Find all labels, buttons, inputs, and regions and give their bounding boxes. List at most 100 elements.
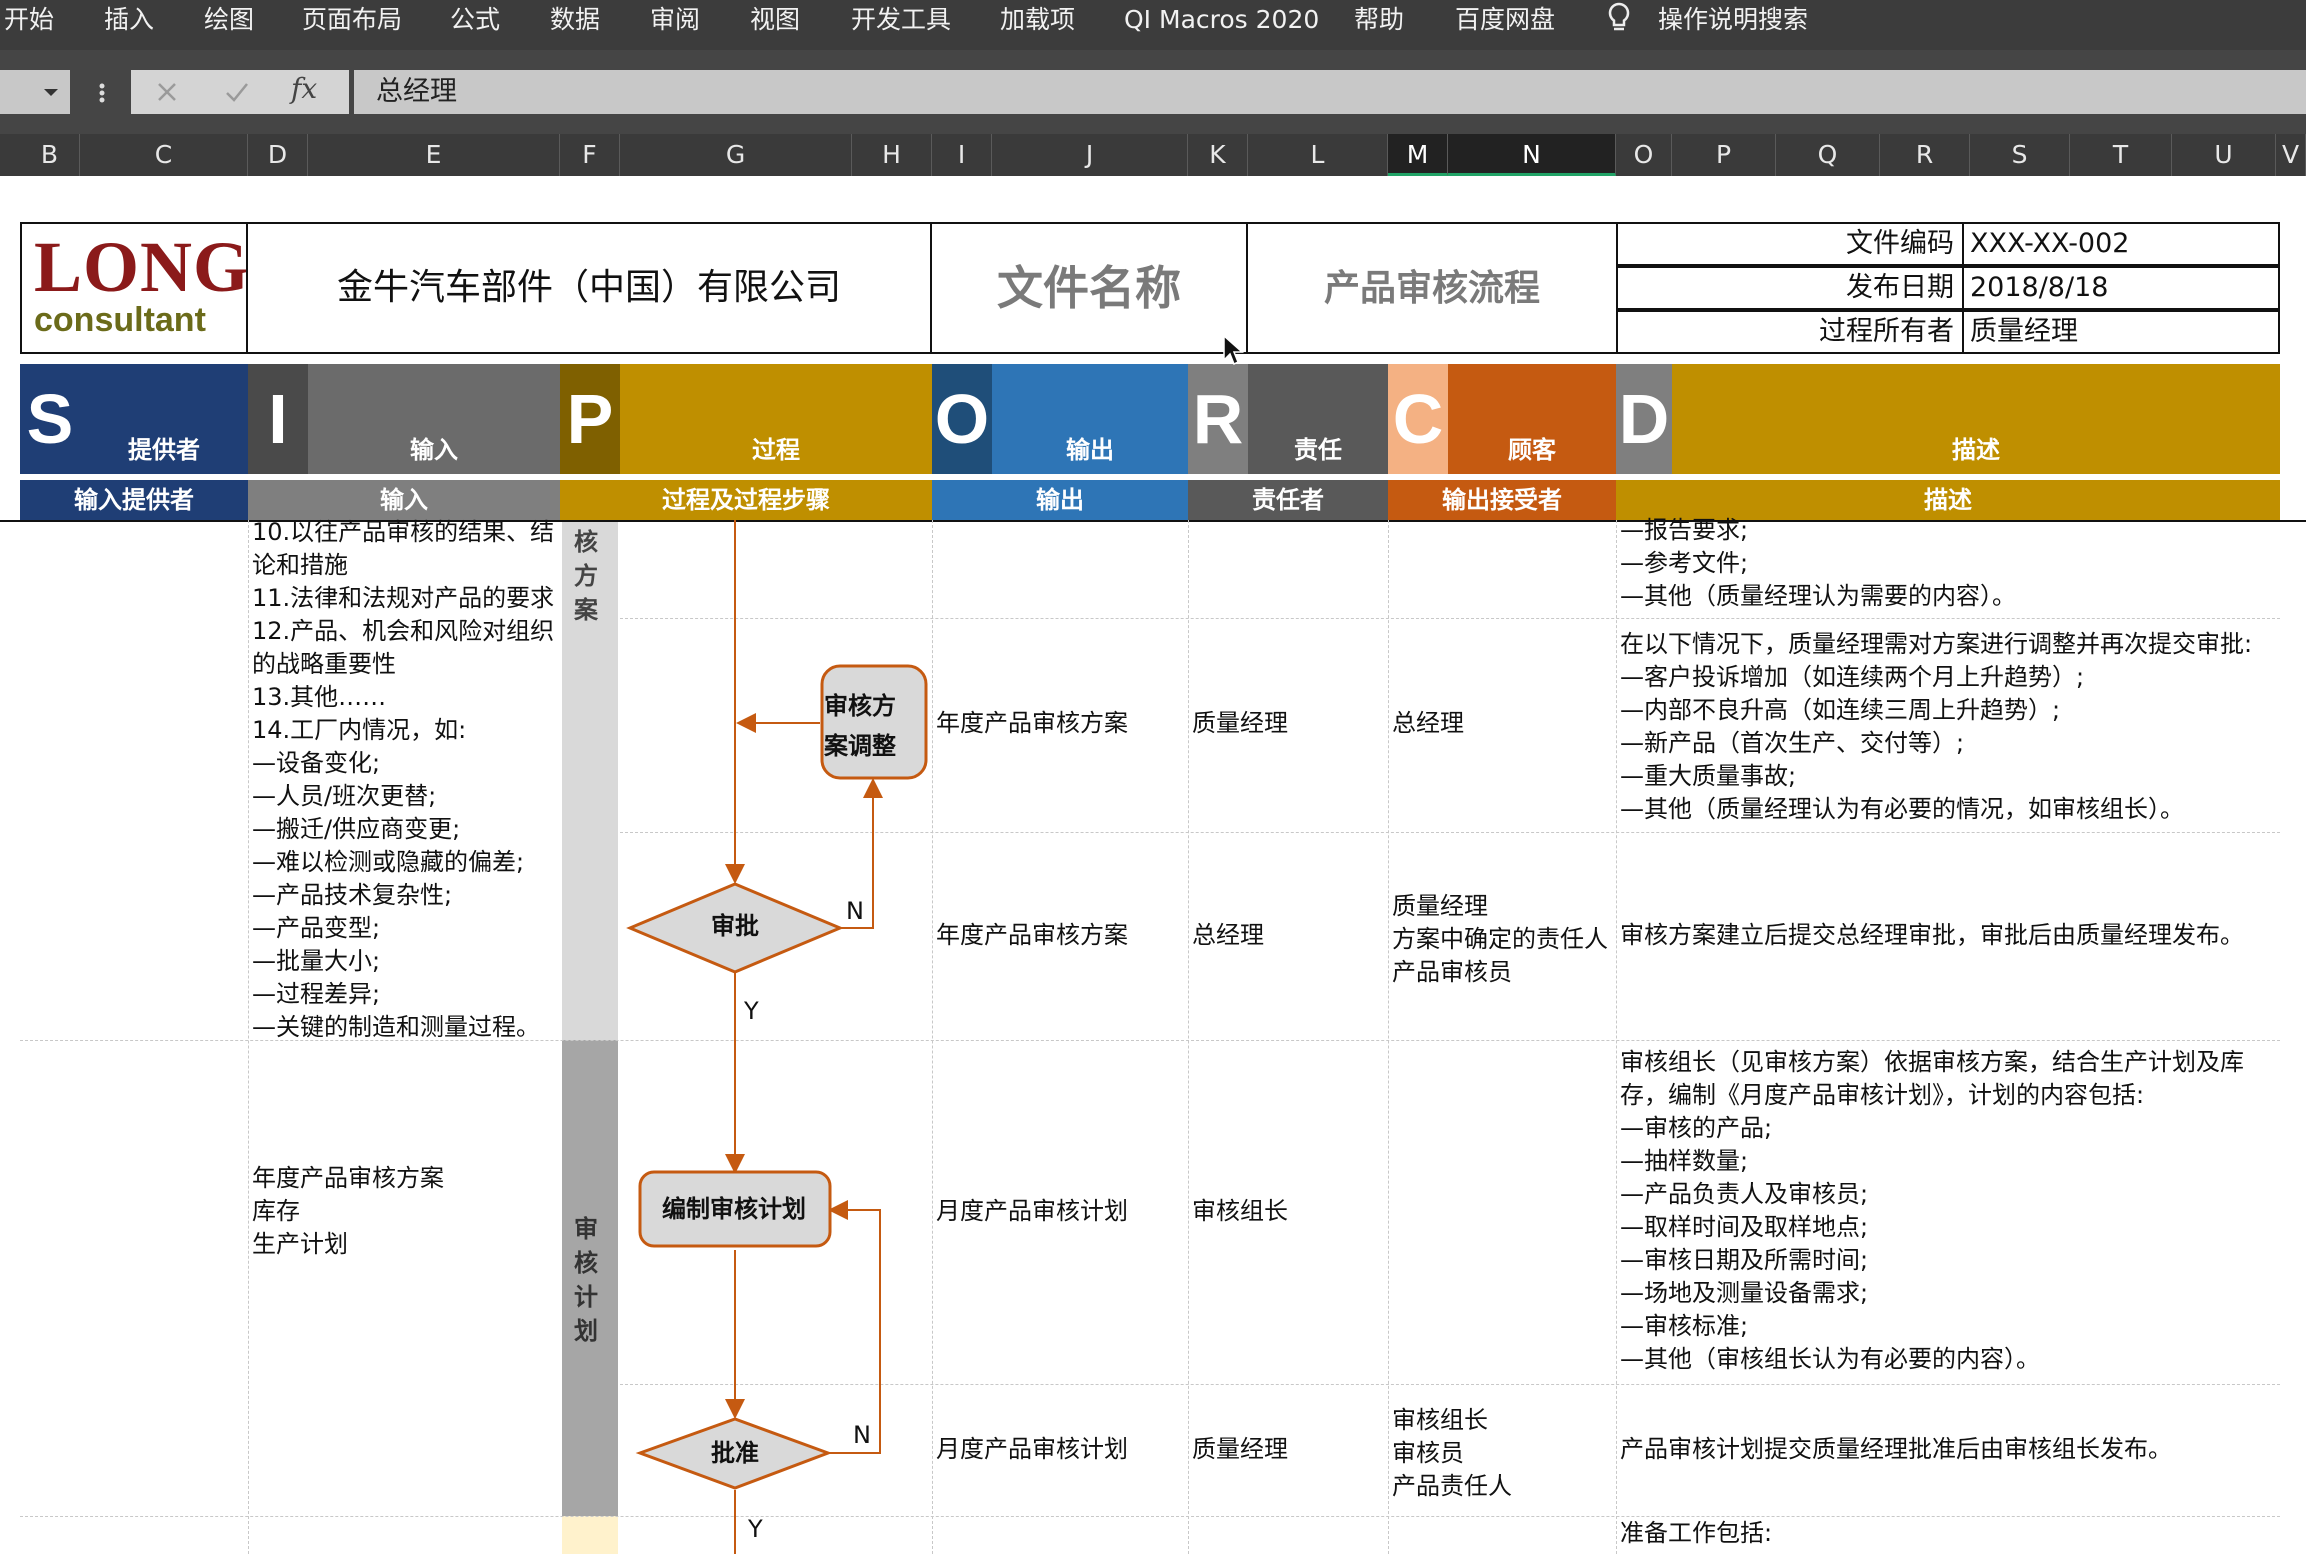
sipoc-description: 描述 对如何做进行描述 bbox=[1672, 364, 2280, 577]
column-header[interactable]: U bbox=[2172, 134, 2276, 176]
grid-line bbox=[932, 520, 933, 1554]
tab-qi-macros[interactable]: QI Macros 2020 bbox=[1124, 0, 1319, 42]
column-header[interactable]: O bbox=[1616, 134, 1672, 176]
grid-line bbox=[1188, 520, 1189, 1554]
column-header[interactable]: D bbox=[248, 134, 308, 176]
flow-arrow bbox=[828, 1200, 881, 1454]
grid-line bbox=[20, 1516, 2280, 1517]
col-title-process: 过程及过程步骤 bbox=[560, 480, 932, 520]
flow-label-approve: 审批 bbox=[711, 912, 759, 940]
sipoc-letter-r: R bbox=[1188, 364, 1248, 474]
receiver-cell: 总经理 bbox=[1392, 709, 1464, 737]
enter-icon[interactable] bbox=[223, 78, 251, 106]
receiver-cell: 质量经理 方案中确定的责任人 产品审核员 bbox=[1392, 892, 1608, 986]
chevron-down-icon[interactable] bbox=[0, 70, 70, 114]
name-box[interactable] bbox=[0, 70, 70, 114]
sipoc-responsibility: 责任 过程步骤的责任者是谁 bbox=[1248, 364, 1388, 593]
col-title-output: 输出 bbox=[932, 480, 1188, 520]
grid-line bbox=[248, 520, 249, 1554]
meta-value-date: 2018/8/18 bbox=[1962, 266, 2280, 310]
meta-value-code: XXX-XX-002 bbox=[1962, 222, 2280, 266]
column-header[interactable]: Q bbox=[1776, 134, 1880, 176]
logo: LONG consultant bbox=[20, 222, 249, 354]
more-options-icon[interactable] bbox=[92, 78, 112, 108]
meta-label-code: 文件编码 bbox=[1616, 222, 1964, 266]
grid-line bbox=[1388, 520, 1389, 1554]
sipoc-letter-s: S bbox=[20, 364, 80, 474]
flow-n-label: N bbox=[853, 1421, 871, 1449]
owner-cell: 质量经理 bbox=[1192, 709, 1288, 737]
sipoc-output: 输出 过程步骤产生的输出资源、信息 bbox=[992, 364, 1188, 593]
column-header[interactable]: T bbox=[2070, 134, 2172, 176]
tab-page-layout[interactable]: 页面布局 bbox=[302, 0, 402, 42]
column-header[interactable]: I bbox=[932, 134, 992, 176]
col-title-owner: 责任者 bbox=[1188, 480, 1388, 520]
column-header[interactable]: B bbox=[20, 134, 80, 176]
lightbulb-icon[interactable] bbox=[1605, 0, 1633, 42]
flow-label-plan: 编制审核计划 bbox=[662, 1195, 806, 1223]
sipoc-supplier: 提供者 过程输入的提供者是谁 bbox=[80, 364, 248, 593]
output-cell: 年度产品审核方案 bbox=[936, 921, 1128, 949]
owner-cell: 质量经理 bbox=[1192, 1435, 1288, 1463]
meta-label-owner: 过程所有者 bbox=[1616, 310, 1964, 354]
desc-cell: 准备工作包括: bbox=[1620, 1519, 1773, 1547]
flow-y-label: Y bbox=[748, 1515, 763, 1543]
column-header[interactable]: C bbox=[80, 134, 248, 176]
output-cell: 月度产品审核计划 bbox=[936, 1197, 1128, 1225]
mouse-cursor-icon bbox=[1223, 334, 1244, 366]
sipoc-letter-c: C bbox=[1388, 364, 1448, 474]
sipoc-customer: 顾客 输出资源、信息的接受者是谁 bbox=[1448, 364, 1616, 593]
flow-n-label: N bbox=[846, 897, 864, 925]
column-header[interactable]: R bbox=[1880, 134, 1970, 176]
column-header[interactable]: V bbox=[2276, 134, 2306, 176]
tab-help[interactable]: 帮助 bbox=[1354, 0, 1404, 42]
tab-insert[interactable]: 插入 bbox=[104, 0, 154, 42]
column-header[interactable]: F bbox=[560, 134, 620, 176]
input-list-schedule: 年度产品审核方案 库存 生产计划 bbox=[252, 1164, 444, 1258]
grid-line bbox=[1616, 520, 1617, 1554]
insert-function-button[interactable]: fx bbox=[291, 72, 317, 105]
tab-developer[interactable]: 开发工具 bbox=[851, 0, 951, 42]
desc-cell: 在以下情况下，质量经理需对方案进行调整并再次提交审批: —客户投诉增加（如连续两… bbox=[1620, 630, 2253, 823]
column-header[interactable]: E bbox=[308, 134, 560, 176]
output-cell: 月度产品审核计划 bbox=[936, 1435, 1128, 1463]
formula-input[interactable]: 总经理 bbox=[354, 70, 2306, 114]
tab-baidu[interactable]: 百度网盘 bbox=[1455, 0, 1555, 42]
tab-formulas[interactable]: 公式 bbox=[450, 0, 500, 42]
flow-label-adjust: 审核方 案调整 bbox=[824, 692, 896, 760]
flow-label-ratify: 批准 bbox=[711, 1439, 759, 1467]
column-header[interactable]: S bbox=[1970, 134, 2070, 176]
column-header[interactable]: H bbox=[852, 134, 932, 176]
owner-cell: 审核组长 bbox=[1192, 1197, 1288, 1225]
tab-draw[interactable]: 绘图 bbox=[204, 0, 254, 42]
col-title-receiver: 输出接受者 bbox=[1388, 480, 1616, 520]
sipoc-letter-p: P bbox=[560, 364, 620, 474]
desc-cell: 产品审核计划提交质量经理批准后由审核组长发布。 bbox=[1620, 1435, 2172, 1463]
output-cell: 年度产品审核方案 bbox=[936, 709, 1128, 737]
column-header[interactable]: L bbox=[1248, 134, 1388, 176]
tab-view[interactable]: 视图 bbox=[750, 0, 800, 42]
file-name-label: 文件名称 bbox=[930, 222, 1248, 354]
sipoc-input: 输入 提供者提供的输入信息、资源 bbox=[308, 364, 560, 593]
receiver-cell: 审核组长 审核员 产品责任人 bbox=[1392, 1406, 1512, 1500]
tab-data[interactable]: 数据 bbox=[550, 0, 600, 42]
flow-y-label: Y bbox=[744, 997, 759, 1025]
column-header[interactable]: K bbox=[1188, 134, 1248, 176]
tell-me-search[interactable]: 操作说明搜索 bbox=[1658, 0, 1808, 42]
column-header[interactable]: P bbox=[1672, 134, 1776, 176]
col-title-input: 输入 bbox=[248, 480, 560, 520]
meta-label-date: 发布日期 bbox=[1616, 266, 1964, 310]
column-header[interactable]: J bbox=[992, 134, 1188, 176]
company-name: 金牛汽车部件（中国）有限公司 bbox=[246, 222, 932, 354]
desc-cell: 审核组长（见审核方案）依据审核方案，结合生产计划及库 存，编制《月度产品审核计划… bbox=[1620, 1048, 2244, 1373]
desc-cell: —报告要求; —参考文件; —其他（质量经理认为需要的内容）。 bbox=[1620, 516, 2016, 610]
tab-addins[interactable]: 加载项 bbox=[1000, 0, 1075, 42]
sipoc-process: 过程 将输入转换为输出所采取的步骤 bbox=[620, 364, 932, 577]
input-list: 10.以往产品审核的结果、结 论和措施 11.法律和法规对产品的要求 12.产品… bbox=[252, 518, 555, 1041]
tab-home[interactable]: 开始 bbox=[4, 0, 54, 42]
column-header-selected[interactable]: M bbox=[1388, 134, 1448, 176]
tab-review[interactable]: 审阅 bbox=[650, 0, 700, 42]
column-header-selected[interactable]: N bbox=[1448, 134, 1616, 176]
cancel-icon[interactable] bbox=[153, 78, 181, 106]
column-header[interactable]: G bbox=[620, 134, 852, 176]
